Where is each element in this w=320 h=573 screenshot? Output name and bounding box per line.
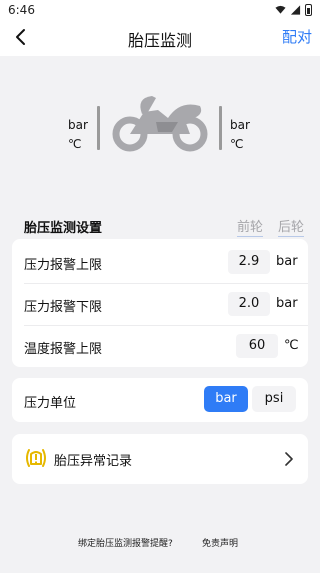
row-label: 压力报警上限 [24,258,103,273]
row-label: 压力报警下限 [24,300,103,315]
row-unit: bar [276,254,298,269]
row-unit: bar [276,296,298,311]
tire-status-panel: bar ℃ bar ℃ [0,56,320,206]
rear-tire-readout: bar ℃ [230,116,250,154]
pressure-lower-limit-input[interactable]: 2.0 [228,292,270,316]
motorcycle-icon [112,96,208,152]
tab-rear-wheel[interactable]: 后轮 [278,216,305,237]
cellular-signal-icon [290,5,301,15]
abnormal-record-label: 胎压异常记录 [54,454,133,469]
page-title: 胎压监测 [127,31,192,50]
bind-alarm-reminder-link[interactable]: 绑定胎压监测报警提醒? [78,536,173,549]
chevron-right-icon [285,452,293,466]
settings-title: 胎压监测设置 [24,221,103,236]
front-divider [97,106,100,150]
tab-front-wheel[interactable]: 前轮 [237,216,264,237]
status-icons [275,4,312,16]
front-pressure-unit: bar [68,118,88,132]
rear-divider [219,106,222,150]
row-unit: ℃ [284,338,299,353]
row-label: 温度报警上限 [24,342,103,357]
temperature-upper-limit-input[interactable]: 60 [236,334,278,358]
pressure-upper-limit-row: 压力报警上限 2.9 bar [12,241,308,283]
disclaimer-link[interactable]: 免责声明 [202,536,238,549]
alarm-settings-card: 压力报警上限 2.9 bar 压力报警下限 2.0 bar 温度报警上限 60 … [12,239,308,367]
pressure-unit-card: 压力单位 bar psi [12,378,308,422]
pressure-upper-limit-input[interactable]: 2.9 [228,250,270,274]
pair-button[interactable]: 配对 [282,26,312,47]
front-tire-readout: bar ℃ [68,116,88,154]
pressure-unit-label: 压力单位 [24,396,77,411]
tire-warning-icon [26,449,46,467]
rear-temp-unit: ℃ [230,137,244,151]
battery-icon [305,4,312,16]
status-time: 6:46 [8,3,35,17]
front-temp-unit: ℃ [68,137,82,151]
wifi-icon [275,5,286,14]
status-bar: 6:46 [0,0,320,20]
footer-links: 绑定胎压监测报警提醒? 免责声明 [0,534,320,550]
abnormal-record-row[interactable]: 胎压异常记录 [12,434,308,484]
settings-header: 胎压监测设置 前轮 后轮 [0,213,320,237]
unit-option-psi[interactable]: psi [252,386,296,412]
rear-pressure-unit: bar [230,118,250,132]
nav-bar: 胎压监测 配对 [0,20,320,56]
temperature-upper-limit-row: 温度报警上限 60 ℃ [12,325,308,367]
pressure-lower-limit-row: 压力报警下限 2.0 bar [12,283,308,325]
unit-option-bar[interactable]: bar [204,386,248,412]
